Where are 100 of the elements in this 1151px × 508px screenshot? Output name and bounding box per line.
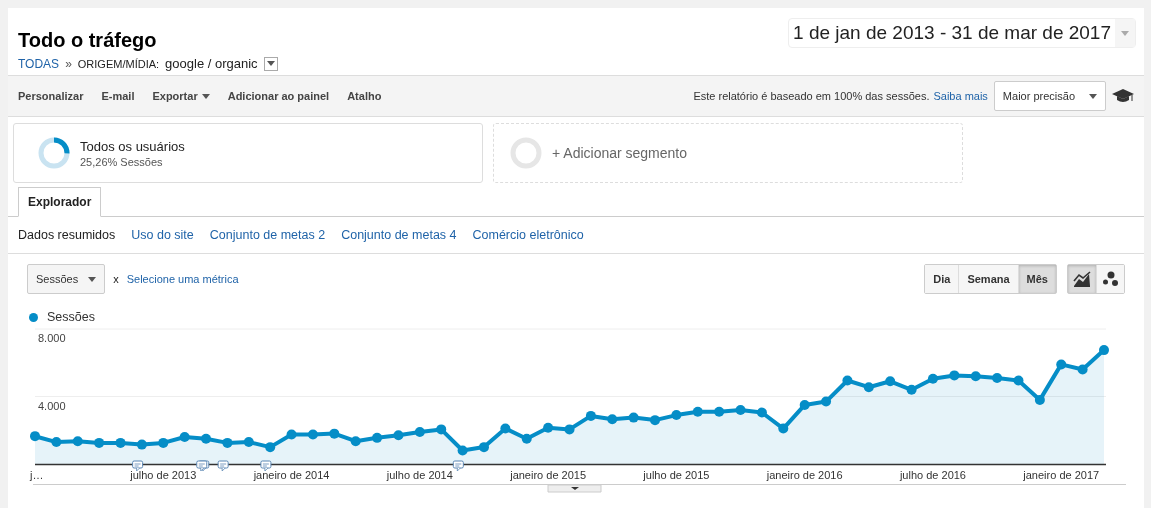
legend-label: Sessões bbox=[47, 310, 95, 324]
data-point bbox=[329, 428, 340, 439]
axis-label: julho de 2016 bbox=[899, 469, 966, 481]
data-point bbox=[179, 432, 190, 442]
data-point bbox=[756, 407, 767, 418]
data-point bbox=[457, 445, 468, 456]
metric-select[interactable]: Sessões bbox=[27, 264, 106, 294]
data-point bbox=[799, 399, 810, 410]
caret-icon bbox=[88, 276, 97, 282]
caret-icon bbox=[1089, 93, 1097, 99]
toolbar-button[interactable]: E-mail bbox=[101, 90, 135, 102]
data-point bbox=[906, 384, 917, 395]
subnav-link[interactable]: Uso do site bbox=[131, 228, 194, 242]
data-point bbox=[970, 371, 981, 382]
data-point bbox=[607, 414, 618, 425]
data-point bbox=[479, 442, 489, 453]
segment-name: Todos os usuários bbox=[80, 138, 185, 154]
data-point bbox=[286, 429, 297, 440]
data-point bbox=[778, 423, 789, 434]
data-point bbox=[714, 406, 725, 417]
axis-label: julho de 2014 bbox=[386, 469, 453, 481]
data-point bbox=[414, 426, 425, 437]
data-point bbox=[222, 437, 233, 448]
expand-tab[interactable] bbox=[547, 484, 602, 493]
remove-metric-button[interactable]: x bbox=[105, 273, 127, 285]
data-point bbox=[521, 433, 532, 444]
caret-icon bbox=[266, 61, 275, 66]
annotations-icon[interactable] bbox=[196, 460, 210, 472]
subnav-link[interactable]: Conjunto de metas 4 bbox=[341, 228, 457, 242]
data-point bbox=[94, 437, 105, 448]
axis-label: janeiro de 2017 bbox=[1023, 469, 1100, 481]
granularity-button[interactable]: Dia bbox=[925, 265, 959, 293]
axis-label: janeiro de 2014 bbox=[253, 469, 330, 481]
caret-icon bbox=[1121, 30, 1129, 36]
data-point bbox=[1077, 364, 1088, 375]
dimension-label: ORIGEM/MÍDIA: bbox=[77, 57, 160, 70]
annotation-icon[interactable] bbox=[452, 460, 464, 472]
dimension-dropdown[interactable] bbox=[263, 56, 278, 71]
axis-label: janeiro de 2015 bbox=[510, 469, 587, 481]
data-point bbox=[136, 439, 147, 450]
data-point bbox=[30, 431, 40, 442]
data-point bbox=[863, 382, 874, 393]
tab[interactable]: Explorador bbox=[18, 187, 102, 217]
data-point bbox=[500, 423, 511, 434]
data-point bbox=[1013, 375, 1024, 386]
data-point bbox=[992, 372, 1003, 383]
axis-label: julho de 2013 bbox=[130, 469, 197, 481]
axis-label: julho de 2015 bbox=[643, 469, 710, 481]
breadcrumb-separator: » bbox=[65, 56, 72, 71]
data-point bbox=[1099, 345, 1109, 356]
segment-card[interactable]: Todos os usuários 25,26% Sessões bbox=[13, 123, 483, 183]
chart-type-button[interactable] bbox=[1068, 265, 1096, 293]
learn-more-link[interactable]: Saiba mais bbox=[933, 90, 988, 102]
granularity-button[interactable]: Mês bbox=[1017, 265, 1056, 293]
toolbar-button[interactable]: Exportar bbox=[152, 90, 210, 102]
granularity-button[interactable]: Semana bbox=[958, 265, 1018, 293]
data-point bbox=[885, 376, 896, 387]
data-point bbox=[671, 410, 682, 421]
date-range-picker[interactable]: 1 de jan de 2013 - 31 de mar de 2017 bbox=[788, 18, 1136, 48]
subnav-link[interactable]: Conjunto de metas 2 bbox=[209, 228, 326, 242]
toolbar-button[interactable]: Personalizar bbox=[18, 90, 84, 102]
breadcrumb-link[interactable]: TODAS bbox=[18, 56, 60, 71]
caret-icon bbox=[201, 93, 210, 99]
toolbar-button[interactable]: Adicionar ao painel bbox=[227, 90, 330, 102]
data-point bbox=[927, 373, 938, 384]
toolbar-button[interactable]: Atalho bbox=[347, 90, 382, 102]
annotation-icon[interactable] bbox=[260, 460, 272, 472]
empty-ring-icon bbox=[510, 137, 542, 169]
axis-label: 4.000 bbox=[38, 399, 66, 412]
data-point bbox=[564, 424, 575, 435]
precision-select[interactable]: Maior precisão bbox=[993, 81, 1106, 111]
data-point bbox=[243, 437, 254, 448]
add-segment-label: + Adicionar segmento bbox=[552, 145, 688, 161]
data-point bbox=[372, 432, 383, 443]
axis-label: 8.000 bbox=[38, 332, 66, 344]
axis-label: janeiro de 2016 bbox=[766, 469, 843, 481]
data-point bbox=[201, 433, 212, 444]
data-point bbox=[585, 410, 596, 421]
data-point bbox=[350, 436, 361, 447]
line-chart-icon bbox=[1073, 271, 1091, 287]
chart-type-button[interactable] bbox=[1096, 265, 1124, 293]
data-point bbox=[72, 436, 83, 447]
data-point bbox=[1056, 359, 1067, 370]
add-segment-card[interactable]: + Adicionar segmento bbox=[493, 123, 963, 183]
subnav-link[interactable]: Comércio eletrônico bbox=[472, 228, 584, 242]
annotation-icon[interactable] bbox=[217, 460, 229, 472]
axis-label: j… bbox=[30, 469, 44, 481]
bubbles-icon bbox=[1101, 271, 1120, 287]
annotation-icon[interactable] bbox=[132, 460, 144, 472]
segment-detail: 25,26% Sessões bbox=[80, 155, 164, 168]
sampling-note: Este relatório é baseado em 100% das sessões. bbox=[693, 90, 930, 102]
graduation-cap-icon[interactable] bbox=[1112, 89, 1134, 103]
data-point bbox=[692, 406, 703, 417]
dimension-value: google / organic bbox=[165, 56, 258, 71]
data-point bbox=[628, 412, 639, 423]
subnav-link[interactable]: Dados resumidos bbox=[18, 228, 116, 242]
data-point bbox=[1034, 394, 1045, 405]
segment-ring-icon bbox=[38, 137, 70, 169]
page-title: Todo o tráfego bbox=[18, 28, 158, 52]
add-metric-link[interactable]: Selecione uma métrica bbox=[126, 273, 239, 285]
